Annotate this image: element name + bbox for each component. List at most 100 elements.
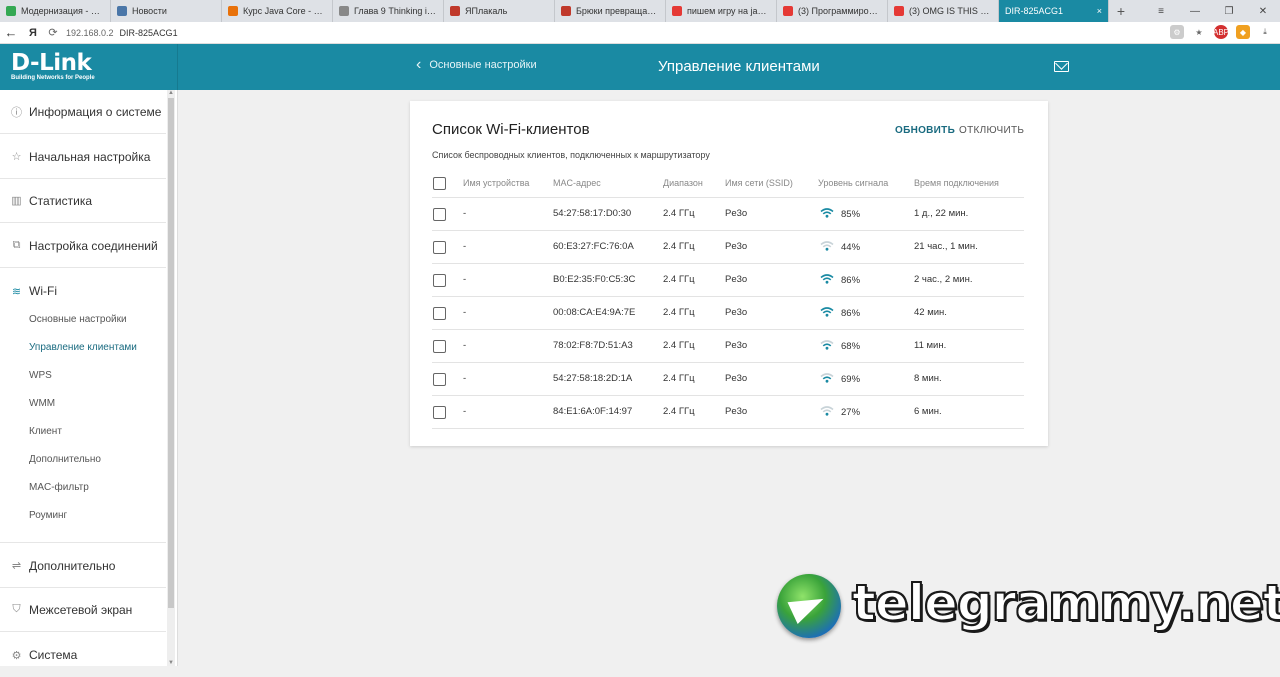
gear-icon[interactable]: ⚙ (1170, 25, 1184, 39)
tab-label: Брюки превращаются (576, 6, 659, 16)
col-mac: MAC-адрес (553, 178, 601, 188)
sidebar-item[interactable]: ⧉ Настройка соединений (0, 224, 166, 268)
browser-tab[interactable]: Модернизация - Goo (0, 0, 111, 22)
sidebar-item-label: Настройка соединений (29, 238, 158, 253)
sidebar-item[interactable]: ⇌ Дополнительно (0, 544, 166, 588)
sidebar-subitem[interactable]: MAC-фильтр (29, 482, 89, 493)
cell-band: 2.4 ГГц (663, 307, 695, 318)
browser-tab[interactable]: Новости (111, 0, 222, 22)
row-checkbox[interactable] (433, 373, 446, 386)
extension-icon[interactable]: ◆ (1236, 25, 1250, 39)
cell-ssid: Pe3o (725, 208, 748, 219)
col-band: Диапазон (663, 178, 703, 188)
browser-tab[interactable]: (3) OMG IS THIS DOTA (888, 0, 999, 22)
adblock-icon[interactable]: ABP (1213, 25, 1229, 39)
back-arrow-icon[interactable]: ← (0, 25, 22, 40)
sidebar-subitem[interactable]: Роуминг (29, 510, 67, 521)
refresh-button[interactable]: ОБНОВИТЬ (895, 125, 955, 136)
cell-band: 2.4 ГГц (663, 406, 695, 417)
browser-tab[interactable]: ЯПлакаль (444, 0, 555, 22)
address-bar: ← Я ⟳ 192.168.0.2 DIR-825ACG1 ⚙ ★ ABP ◆ … (0, 22, 1280, 44)
sidebar-subitem[interactable]: WMM (29, 398, 55, 409)
yandex-icon[interactable]: Я (22, 27, 44, 39)
browser-tab[interactable]: пишем игру на java - (666, 0, 777, 22)
select-all-checkbox[interactable] (433, 177, 446, 190)
table-row[interactable]: - 60:E3:27:FC:76:0A 2.4 ГГц Pe3o 44% 21 час.,… (432, 231, 1024, 264)
cell-band: 2.4 ГГц (663, 340, 695, 351)
menu-icon[interactable]: ≡ (1144, 0, 1178, 22)
sidebar-subitem[interactable]: WPS (29, 370, 52, 381)
sidebar-item-label: Система (29, 648, 78, 662)
cell-device-name: - (463, 208, 467, 219)
cell-device-name: - (463, 241, 467, 252)
close-window-icon[interactable]: ✕ (1246, 0, 1280, 22)
browser-tab[interactable]: Брюки превращаются (555, 0, 666, 22)
scroll-thumb[interactable] (168, 98, 174, 608)
back-link-label: Основные настройки (429, 59, 537, 71)
favicon-icon (783, 6, 793, 16)
favicon-icon (561, 6, 571, 16)
sidebar-scrollbar[interactable]: ▲ ▼ (167, 90, 175, 666)
new-tab-button[interactable]: + (1109, 0, 1133, 22)
sidebar-subitem[interactable]: Дополнительно (29, 454, 101, 465)
sidebar-subitem[interactable]: Клиент (29, 426, 62, 437)
sidebar-item[interactable]: ⚙ Система (0, 633, 166, 677)
sliders-icon: ⇌ (11, 560, 22, 572)
cell-band: 2.4 ГГц (663, 373, 695, 384)
cell-time: 11 мин. (914, 340, 947, 351)
reload-icon[interactable]: ⟳ (44, 26, 62, 39)
table-row[interactable]: - 78:02:F8:7D:51:A3 2.4 ГГц Pe3o 68% 11 мин. (432, 330, 1024, 363)
browser-tab[interactable]: Глава 9 Thinking in Ja (333, 0, 444, 22)
sidebar-item[interactable]: ≋ Wi-Fi (0, 269, 166, 313)
sidebar-item[interactable]: ▥ Статистика (0, 179, 166, 223)
cell-ssid: Pe3o (725, 241, 748, 252)
cell-device-name: - (463, 373, 467, 384)
dlink-logo[interactable]: D-Link Building Networks for People (0, 44, 178, 90)
col-device-name: Имя устройства (463, 178, 530, 188)
star-icon[interactable]: ★ (1192, 25, 1206, 39)
sidebar-item[interactable]: ⛉ Межсетевой экран (0, 588, 166, 632)
row-checkbox[interactable] (433, 406, 446, 419)
sidebar-subitem[interactable]: Основные настройки (29, 314, 127, 325)
address-page-title[interactable]: DIR-825ACG1 (120, 28, 178, 38)
browser-tab-active[interactable]: DIR-825ACG1 × (999, 0, 1109, 22)
address-host[interactable]: 192.168.0.2 (66, 28, 114, 38)
maximize-icon[interactable]: ❐ (1212, 0, 1246, 22)
row-checkbox[interactable] (433, 208, 446, 221)
row-checkbox[interactable] (433, 274, 446, 287)
col-time: Время подключения (914, 178, 999, 188)
scroll-up-icon[interactable]: ▲ (167, 90, 175, 96)
table-row[interactable]: - B0:E2:35:F0:C5:3C 2.4 ГГц Pe3o 86% 2 час., … (432, 264, 1024, 297)
browser-tab[interactable]: (3) Программирован (777, 0, 888, 22)
download-icon[interactable]: ⤓ (1258, 25, 1272, 39)
network-icon: ⧉ (12, 239, 21, 251)
chevron-left-icon: ‹ (416, 56, 422, 73)
page-title: Управление клиентами (658, 58, 820, 75)
gear-icon: ⚙ (11, 649, 22, 662)
row-checkbox[interactable] (433, 307, 446, 320)
cell-device-name: - (463, 274, 467, 285)
minimize-icon[interactable]: — (1178, 0, 1212, 22)
tab-label: DIR-825ACG1 (1005, 6, 1064, 16)
cell-band: 2.4 ГГц (663, 208, 695, 219)
back-link[interactable]: ‹ Основные настройки (416, 56, 537, 73)
sidebar-item[interactable]: ☆ Начальная настройка (0, 135, 166, 179)
row-checkbox[interactable] (433, 241, 446, 254)
close-tab-icon[interactable]: × (1097, 6, 1102, 16)
col-signal: Уровень сигнала (818, 178, 889, 188)
table-row[interactable]: - 54:27:58:17:D0:30 2.4 ГГц Pe3o 85% 1 д., 22… (432, 198, 1024, 231)
tab-label: (3) OMG IS THIS DOTA (909, 6, 992, 16)
sidebar-item[interactable]: ⓘ Информация о системе (0, 90, 166, 134)
browser-tab[interactable]: Курс Java Core - Лекц (222, 0, 333, 22)
disconnect-button[interactable]: ОТКЛЮЧИТЬ (959, 125, 1024, 136)
cell-ssid: Pe3o (725, 340, 748, 351)
table-row[interactable]: - 54:27:58:18:2D:1A 2.4 ГГц Pe3o 69% 8 мин. (432, 363, 1024, 396)
star-icon: ☆ (11, 151, 22, 163)
mail-icon[interactable] (1054, 61, 1069, 72)
scroll-down-icon[interactable]: ▼ (167, 660, 175, 666)
sidebar-subitem[interactable]: Управление клиентами (29, 342, 137, 353)
table-row[interactable]: - 84:E1:6A:0F:14:97 2.4 ГГц Pe3o 27% 6 мин. (432, 396, 1024, 429)
table-row[interactable]: - 00:08:CA:E4:9A:7E 2.4 ГГц Pe3o 86% 42 мин. (432, 297, 1024, 330)
row-checkbox[interactable] (433, 340, 446, 353)
cell-ssid: Pe3o (725, 274, 748, 285)
